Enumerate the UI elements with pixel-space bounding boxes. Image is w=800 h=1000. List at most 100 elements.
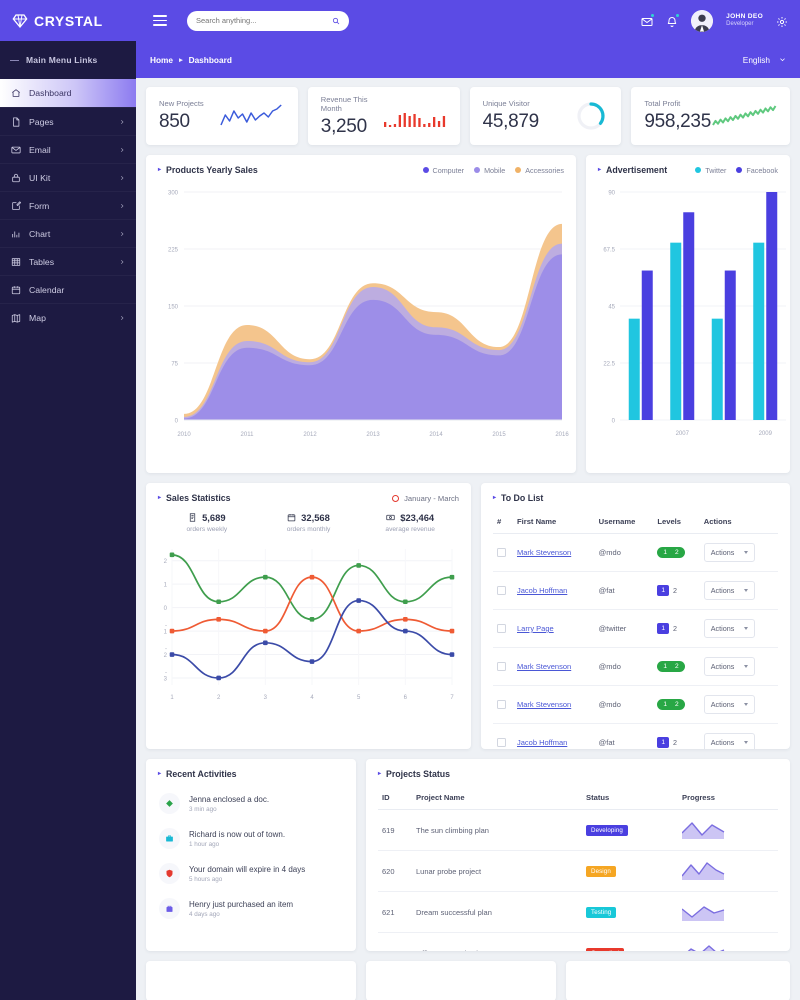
legend-item-computer[interactable]: Computer [422,165,465,175]
sidebar-item-tables[interactable]: Tables [0,247,136,275]
svg-text:4: 4 [310,695,314,701]
row-checkbox[interactable] [497,586,506,595]
table-row: Mark Stevenson @mdo 1 2 Actions [493,533,778,572]
user-link[interactable]: Larry Page [517,624,554,633]
topbar: JOHN DEO Developer [136,0,800,41]
row-checkbox[interactable] [497,662,506,671]
actions-label: Actions [710,738,735,747]
svg-text:0: 0 [612,419,616,425]
todo-col-username: Username [594,510,654,534]
kpi-top: $23,464 [359,512,461,523]
progress-sparkline-icon [687,945,725,951]
triangle-icon: ▸ [158,771,162,777]
legend-item-twitter[interactable]: Twitter [695,166,726,175]
chevron-down-icon [744,551,749,554]
language-selector[interactable]: English [743,55,786,65]
stat-card-unique-visitor[interactable]: Unique Visitor 45,879 [469,87,622,145]
sidebar-item-form[interactable]: Form [0,191,136,219]
row-checkbox-cell[interactable] [493,723,513,749]
sidebar-item-ui-kit[interactable]: UI Kit [0,163,136,191]
svg-text:-: - [165,623,167,629]
stat-card-new-projects[interactable]: New Projects 850 [146,87,298,145]
sidebar-item-label: Map [29,312,46,323]
user-link[interactable]: Mark Stevenson [517,548,571,557]
chevron-right-icon [121,259,124,264]
search-box[interactable] [187,10,349,31]
row-checkbox[interactable] [497,738,506,747]
row-checkbox-cell[interactable] [493,609,513,648]
project-status-cell: Testing [582,891,679,933]
kpi-value: 32,568 [301,512,330,523]
sidebar-item-map[interactable]: Map [0,303,136,331]
legend-swatch-icon [695,167,702,173]
svg-text:0: 0 [175,419,179,425]
progress-sparkline-icon [681,906,725,921]
avatar[interactable] [691,9,714,32]
stat-card-total-profit[interactable]: Total Profit 958,235 [631,87,790,145]
row-checkbox-cell[interactable] [493,533,513,572]
legend-item-mobile[interactable]: Mobile [474,166,505,175]
row-checkbox-cell[interactable] [493,685,513,724]
actions-dropdown[interactable]: Actions [703,581,756,600]
stat-card-revenue-this-month[interactable]: Revenue This Month 3,250 [307,87,460,145]
user-link[interactable]: Jacob Hoffman [517,586,567,595]
list-item[interactable]: Jenna enclosed a doc. 3 min ago [146,786,356,821]
user-link[interactable]: Jacob Hoffman [517,738,567,747]
panel-head-advert: ▸ Advertisement Twitter Facebook [586,155,790,182]
todo-table-body: Mark Stevenson @mdo 1 2 Actions Jacob Hoffman… [493,533,778,749]
stat-card-row: New Projects 850 Revenue This Month 3,250 Un… [146,87,790,145]
brand-logo[interactable]: CRYSTAL [0,0,136,41]
sales-date-range[interactable]: January - March [392,494,459,503]
row-checkbox[interactable] [497,548,506,557]
user-meta[interactable]: JOHN DEO Developer [726,13,763,29]
hamburger-icon[interactable] [153,15,167,26]
row-username: @fat [594,723,654,749]
user-link[interactable]: Mark Stevenson [517,700,571,709]
row-name-cell: Mark Stevenson [513,533,595,572]
sidebar-item-calendar[interactable]: Calendar [0,275,136,303]
activity-time: 4 days ago [189,910,220,918]
bell-icon[interactable] [666,13,680,27]
row-actions: Actions [699,609,778,648]
actions-dropdown[interactable]: Actions [703,619,756,638]
actions-dropdown[interactable]: Actions [703,657,756,676]
chevron-right-icon [121,315,124,320]
gear-icon[interactable] [776,15,788,27]
svg-text:1: 1 [164,583,168,589]
row-levels: 12 [653,571,700,610]
breadcrumb-home[interactable]: Home [150,55,173,65]
sidebar-item-pages[interactable]: Pages [0,107,136,135]
row-checkbox[interactable] [497,624,506,633]
breadcrumb-bar: Home ▸ Dashboard English [136,41,800,78]
activity-text-wrap: Your domain will expire in 4 days 5 hours… [189,865,305,883]
actions-dropdown[interactable]: Actions [703,695,756,714]
sidebar-item-email[interactable]: Email [0,135,136,163]
brand-name: CRYSTAL [34,12,103,29]
svg-text:1: 1 [164,630,168,636]
search-icon[interactable] [332,17,340,25]
search-input[interactable] [196,16,332,25]
list-item[interactable]: Richard is now out of town. 1 hour ago [146,821,356,856]
panel-title-sales: ▸ Sales Statistics [158,493,231,503]
bag-icon [159,898,180,919]
legend-label: Computer [432,165,465,175]
list-item[interactable]: Your domain will expire in 4 days 5 hours… [146,856,356,891]
stat-visual [381,100,447,132]
row-checkbox[interactable] [497,700,506,709]
actions-dropdown[interactable]: Actions [703,733,756,749]
legend-item-accessories[interactable]: Accessories [515,166,564,175]
row-checkbox-cell[interactable] [493,647,513,686]
row-checkbox-cell[interactable] [493,571,513,610]
svg-text:7: 7 [450,695,454,701]
legend-item-facebook[interactable]: Facebook [736,166,778,175]
sidebar-item-dashboard[interactable]: Dashboard [0,79,136,107]
sidebar-item-chart[interactable]: Chart [0,219,136,247]
actions-dropdown[interactable]: Actions [703,543,756,562]
svg-text:1: 1 [170,695,174,701]
envelope-icon[interactable] [641,13,655,27]
menu-heading: Main Menu Links [0,41,136,79]
list-item[interactable]: Henry just purchased an item 4 days ago [146,891,356,926]
lock-icon [12,173,20,182]
user-link[interactable]: Mark Stevenson [517,662,571,671]
projects-col-id: ID [378,786,412,810]
